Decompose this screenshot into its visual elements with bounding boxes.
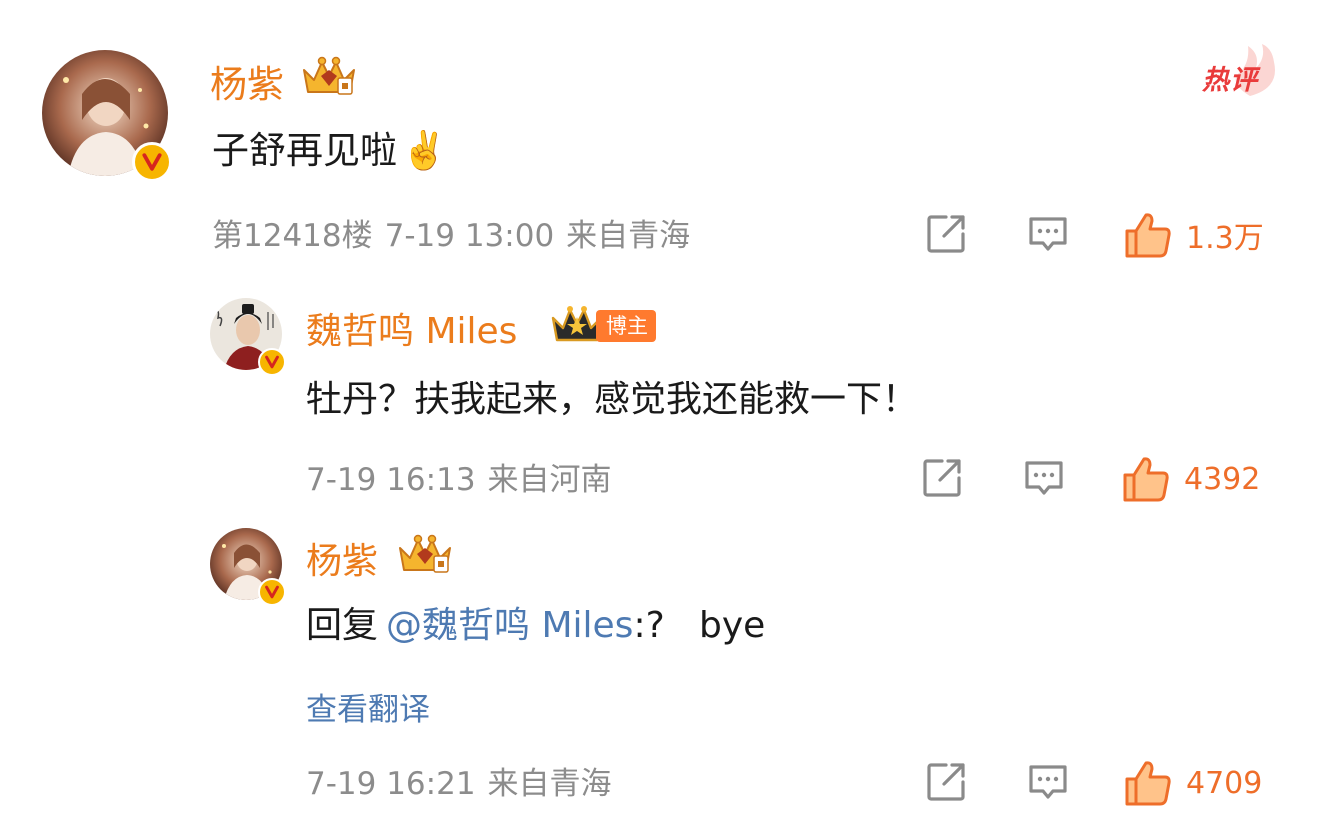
victory-hand-emoji: ✌️: [401, 129, 448, 172]
share-icon[interactable]: [924, 212, 968, 256]
like-button[interactable]: 1.3万: [1124, 210, 1264, 260]
reply-meta: 7-19 16:21 来自青海: [306, 762, 612, 806]
crown-icon: [396, 532, 454, 576]
view-translation-link[interactable]: 查看翻译: [306, 684, 430, 729]
verified-badge-icon: [132, 142, 172, 182]
crown-icon: [300, 54, 358, 98]
location: 来自河南: [487, 462, 612, 498]
thumbs-up-icon: [1122, 455, 1170, 503]
thumbs-up-icon: [1124, 211, 1172, 259]
avatar[interactable]: [42, 50, 172, 182]
comment-icon[interactable]: [1022, 456, 1066, 500]
location: 来自青海: [487, 766, 612, 802]
reply-text: 回复 @魏哲鸣 Miles:? bye: [306, 602, 765, 650]
share-icon[interactable]: [920, 456, 964, 500]
like-button[interactable]: 4709: [1124, 758, 1262, 808]
comment-icon[interactable]: [1026, 760, 1070, 804]
like-count: 4709: [1186, 765, 1263, 801]
reply-suffix: :? bye: [633, 605, 766, 646]
blogger-badge: 博主: [596, 310, 656, 342]
location: 来自青海: [566, 218, 691, 254]
avatar[interactable]: [210, 528, 286, 606]
hot-comment-tag: 热评: [1200, 44, 1280, 100]
hot-tag-label: 热评: [1202, 65, 1258, 96]
share-icon[interactable]: [924, 760, 968, 804]
reply-text: 牡丹？扶我起来，感觉我还能救一下！: [306, 379, 919, 420]
username[interactable]: 魏哲鸣 Miles: [306, 302, 517, 354]
reply-prefix: 回复: [306, 605, 379, 646]
username[interactable]: 杨紫: [306, 532, 378, 584]
timestamp: 7-19 16:13: [306, 462, 476, 498]
comment-icon[interactable]: [1026, 212, 1070, 256]
like-count: 1.3万: [1186, 221, 1264, 256]
comment-text-body: 子舒再见啦: [212, 129, 397, 172]
username[interactable]: 杨紫: [210, 54, 284, 108]
floor-number: 第12418楼: [212, 218, 373, 254]
reply-meta: 7-19 16:13 来自河南: [306, 458, 612, 502]
thumbs-up-icon: [1124, 759, 1172, 807]
like-button[interactable]: 4392: [1122, 454, 1260, 504]
timestamp: 7-19 16:21: [306, 766, 476, 802]
verified-badge-icon: [258, 348, 286, 376]
avatar[interactable]: [210, 298, 286, 376]
like-count: 4392: [1184, 461, 1261, 497]
comment-text: 子舒再见啦 ✌️: [212, 127, 447, 175]
mention-link[interactable]: @魏哲鸣 Miles: [386, 605, 633, 646]
timestamp: 7-19 13:00: [384, 218, 555, 254]
verified-badge-icon: [258, 578, 286, 606]
comment-meta: 第12418楼 7-19 13:00 来自青海: [212, 214, 690, 258]
